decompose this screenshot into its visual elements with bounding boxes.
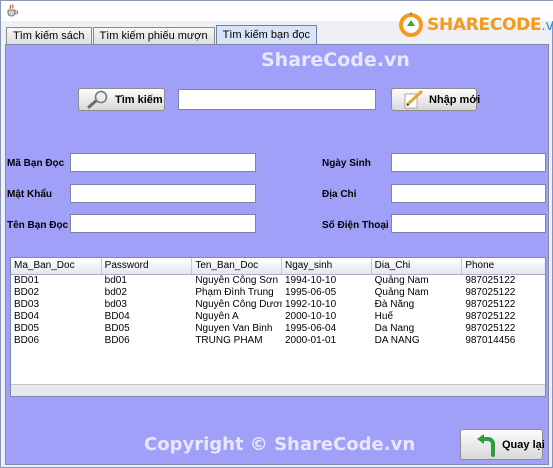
ten-ban-doc-label: Tên Bạn Đọc [7, 220, 69, 231]
table-cell: Nguyễn Công Sơn [195, 275, 279, 286]
table-cell: DA NANG [374, 335, 420, 346]
column-header[interactable]: Ngay_sinh [282, 258, 372, 274]
sharecode-logo: SHARECODE.vn [397, 9, 553, 45]
column-header[interactable]: Ma_Ban_Doc [11, 258, 102, 274]
table-cell: Nguyễn Công Dương [195, 299, 282, 310]
tab-strip: Tìm kiếm sách Tìm kiếm phiếu mượn Tìm ki… [6, 25, 318, 45]
ma-ban-doc-label: Mã Bạn Đọc [7, 158, 65, 169]
table-cell: BD04 [104, 311, 130, 322]
table-cell: BD06 [14, 335, 40, 346]
table-cell: bd02 [104, 287, 127, 298]
back-button-label: Quay lại [502, 438, 545, 451]
table-row[interactable]: BD06 BD06 TRUNG PHAM 2000-01-01 DA NANG … [11, 335, 545, 347]
back-button[interactable]: Quay lại [460, 429, 545, 460]
table-cell: 1994-10-10 [284, 275, 337, 286]
table-cell: BD05 [104, 323, 130, 334]
readers-table[interactable]: Ma_Ban_Doc Password Ten_Ban_Doc Ngay_sin… [10, 257, 546, 397]
search-button-label: Tìm kiếm [115, 93, 163, 106]
sharecode-logo-icon [399, 11, 423, 37]
table-header: Ma_Ban_Doc Password Ten_Ban_Doc Ngay_sin… [11, 258, 545, 275]
ten-ban-doc-input[interactable] [70, 214, 256, 233]
table-cell: 987025122 [465, 287, 516, 298]
column-header[interactable]: Phone [462, 258, 545, 274]
copyright-watermark: Copyright © ShareCode.vn [144, 434, 416, 455]
table-cell: 987025122 [465, 275, 516, 286]
search-input[interactable] [178, 89, 376, 110]
table-cell: 987025122 [465, 299, 516, 310]
table-cell: 1995-06-05 [284, 287, 337, 298]
so-dien-thoai-input[interactable] [391, 214, 546, 233]
table-cell: 987014456 [465, 335, 516, 346]
ngay-sinh-input[interactable] [391, 153, 546, 172]
table-row[interactable]: BD02 bd02 Phạm Đình Trung 1995-06-05 Quả… [11, 287, 545, 299]
table-cell: BD05 [14, 323, 40, 334]
magnifier-icon [87, 90, 108, 108]
reset-button-label: Nhập mới [429, 93, 481, 106]
table-cell: BD03 [14, 299, 40, 310]
reset-button[interactable]: Nhập mới [391, 88, 481, 111]
table-row[interactable]: BD03 bd03 Nguyễn Công Dương 1992-10-10 Đ… [11, 299, 545, 311]
table-cell: BD01 [14, 275, 40, 286]
dia-chi-input[interactable] [391, 184, 546, 203]
table-cell: Nguyen Van Binh [195, 323, 273, 334]
table-cell: TRUNG PHAM [195, 335, 263, 346]
logo-text: SHARECODE.vn [427, 15, 553, 35]
column-header[interactable]: Password [102, 258, 193, 274]
ma-ban-doc-input[interactable] [70, 153, 256, 172]
table-cell: 2000-10-10 [284, 311, 337, 322]
mat-khau-input[interactable] [70, 184, 256, 203]
table-cell: BD04 [14, 311, 40, 322]
table-cell: 1995-06-04 [284, 323, 337, 334]
tab-tim-kiem-phieu-muon[interactable]: Tìm kiếm phiếu mượn [92, 27, 215, 45]
table-row[interactable]: BD01 bd01 Nguyễn Công Sơn 1994-10-10 Quả… [11, 275, 545, 287]
search-reader-panel: ShareCode.vn Tìm kiếm Nhập mới Mã Bạn Đọ… [5, 44, 549, 465]
tab-tim-kiem-ban-doc[interactable]: Tìm kiếm bạn đọc [215, 25, 318, 45]
table-cell: bd03 [104, 299, 127, 310]
green-back-arrow-icon [477, 433, 495, 457]
table-cell: BD02 [14, 287, 40, 298]
table-cell: 1992-10-10 [284, 299, 337, 310]
table-cell: Da Nang [374, 323, 415, 334]
table-horizontal-scrollbar[interactable] [11, 384, 545, 396]
column-header[interactable]: Dia_Chi [372, 258, 463, 274]
table-cell: Quảng Nam [374, 275, 429, 286]
search-button[interactable]: Tìm kiếm [78, 88, 165, 111]
table-row[interactable]: BD04 BD04 Nguyễn A 2000-10-10 Huế 987025… [11, 311, 545, 323]
app-window: SHARECODE.vn Tìm kiếm sách Tìm kiếm phiế… [0, 0, 553, 468]
table-cell: BD06 [104, 335, 130, 346]
table-cell: Phạm Đình Trung [195, 287, 274, 298]
table-cell: Nguyễn A [195, 311, 239, 322]
table-body: BD01 bd01 Nguyễn Công Sơn 1994-10-10 Quả… [11, 275, 545, 384]
table-cell: bd01 [104, 275, 127, 286]
column-header[interactable]: Ten_Ban_Doc [192, 258, 282, 274]
center-watermark: ShareCode.vn [261, 49, 410, 71]
table-cell: Đà Nẵng [374, 299, 415, 310]
table-row[interactable]: BD05 BD05 Nguyen Van Binh 1995-06-04 Da … [11, 323, 545, 335]
tab-tim-kiem-sach[interactable]: Tìm kiếm sách [6, 27, 92, 45]
table-cell: 987025122 [465, 323, 516, 334]
java-coffee-icon [7, 4, 19, 17]
table-cell: Quảng Nam [374, 287, 429, 298]
ngay-sinh-label: Ngày Sinh [322, 158, 371, 169]
mat-khau-label: Mật Khẩu [7, 189, 52, 200]
dia-chi-label: Địa Chỉ [322, 189, 357, 200]
table-cell: 2000-01-01 [284, 335, 337, 346]
table-cell: 987025122 [465, 311, 516, 322]
pencil-paper-icon [404, 90, 423, 108]
so-dien-thoai-label: Số Điện Thoại [322, 220, 389, 231]
table-cell: Huế [374, 311, 394, 322]
